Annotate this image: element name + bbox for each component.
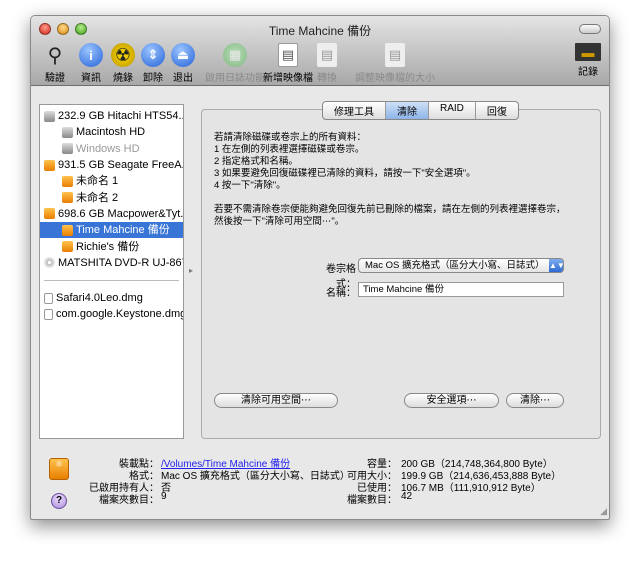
- select-arrows-icon: ▲▼: [549, 259, 565, 272]
- toolbar-label: 記錄: [578, 67, 598, 78]
- toolbar-toggle-button[interactable]: [579, 24, 601, 34]
- toolbar-label: 資訊: [81, 73, 101, 84]
- convert-icon: ▤: [317, 43, 337, 67]
- toolbar-convert-button: ▤ 轉換: [317, 43, 337, 84]
- disk-list-item-label: 232.9 GB Hitachi HTS54...: [58, 110, 183, 123]
- disk-list-item[interactable]: Time Mahcine 備份: [40, 222, 183, 239]
- disk-list-item-label: 未命名 2: [76, 191, 119, 204]
- disk-image-icon: [44, 308, 53, 320]
- erase-instructions: 若請清除磁碟或卷宗上的所有資料： 1 在左側的列表裡選擇磁碟或卷宗。 2 指定格式和…: [214, 132, 570, 228]
- external-disk-icon: [62, 241, 73, 253]
- erase-free-space-button[interactable]: 清除可用空間⋯: [214, 393, 338, 408]
- window-title: Time Mahcine 備份: [268, 24, 372, 38]
- info-icon: i: [79, 43, 103, 67]
- instruction-line: 4 按一下"清除"。: [214, 180, 286, 191]
- disk-list-item[interactable]: MATSHITA DVD-R UJ-867: [40, 255, 183, 271]
- tab-2[interactable]: RAID: [429, 102, 476, 119]
- disk-list-item-label: 698.6 GB Macpower&Tyt...: [58, 207, 183, 220]
- files-label: 檔案數目：: [347, 495, 397, 506]
- toolbar-label: 燒錄: [113, 73, 133, 84]
- eject-icon: ⏏: [171, 43, 195, 67]
- disk-list-item[interactable]: 232.9 GB Hitachi HTS54...: [40, 108, 183, 124]
- log-icon: ▬: [575, 43, 601, 61]
- microscope-icon: ⚲: [47, 44, 63, 67]
- toolbar-label: 轉換: [317, 73, 337, 84]
- name-label: 名稱：: [326, 288, 356, 299]
- hard-disk-icon: [44, 110, 55, 122]
- disk-list-item-label: com.google.Keystone.dmg: [56, 308, 183, 321]
- disk-list-item[interactable]: 698.6 GB Macpower&Tyt...: [40, 206, 183, 222]
- disk-list-item-label: MATSHITA DVD-R UJ-867: [58, 256, 183, 269]
- toolbar-resize-image-button: ▤ 調整映像檔的大小: [355, 43, 435, 84]
- toolbar-new-image-button[interactable]: ▤ 新增映像檔: [263, 43, 313, 84]
- instruction-line: 若請清除磁碟或卷宗上的所有資料：: [214, 132, 367, 143]
- tab-1[interactable]: 清除: [386, 102, 429, 119]
- folders-value: 9: [161, 491, 167, 502]
- new-image-icon: ▤: [278, 43, 298, 67]
- disk-list-item-label: 未命名 1: [76, 175, 119, 188]
- disk-list-item[interactable]: Macintosh HD: [40, 124, 183, 140]
- burn-icon: ☢: [111, 43, 135, 67]
- disk-image-icon: [44, 292, 53, 304]
- disk-list-item-label: Windows HD: [76, 142, 140, 155]
- instruction-line: 2 指定格式和名稱。: [214, 156, 298, 167]
- hard-disk-icon: [62, 143, 73, 155]
- toolbar-info-button[interactable]: i 資訊: [79, 43, 103, 84]
- disk-utility-window: Time Mahcine 備份 ⚲ 驗證 i 資訊 ☢ 燒錄 ⇕ 卸除 ⏏ 退出 ▦ 啟用日誌功能 ▤ 新…: [30, 15, 610, 520]
- name-input[interactable]: Time Mahcine 備份: [358, 282, 564, 297]
- disk-list-item-label: Time Mahcine 備份: [76, 224, 170, 237]
- folders-label: 檔案夾數目：: [99, 495, 159, 506]
- disk-list-item-label: Richie's 備份: [76, 240, 140, 253]
- toolbar-burn-button[interactable]: ☢ 燒錄: [111, 43, 135, 84]
- free-space-note: 若要不需清除卷宗便能夠避免回復先前已刪除的檔案，請在左側的列表裡選擇卷宗，然後按…: [214, 204, 566, 227]
- toolbar-journal-button: ▦ 啟用日誌功能: [205, 43, 265, 84]
- disk-list-item[interactable]: 未命名 1: [40, 173, 183, 189]
- toolbar-label: 退出: [173, 73, 193, 84]
- disk-list-item[interactable]: Safari4.0Leo.dmg: [40, 290, 183, 306]
- toolbar-label: 調整映像檔的大小: [355, 73, 435, 84]
- disk-list[interactable]: 232.9 GB Hitachi HTS54... Macintosh HD Win…: [39, 104, 184, 439]
- disk-list-item[interactable]: Windows HD: [40, 141, 183, 157]
- resize-grip[interactable]: ◢: [600, 506, 607, 517]
- external-disk-icon: [62, 224, 73, 236]
- toolbar-label: 啟用日誌功能: [205, 73, 265, 84]
- erase-button[interactable]: 清除⋯: [506, 393, 564, 408]
- disk-list-item[interactable]: com.google.Keystone.dmg: [40, 306, 183, 322]
- journal-icon: ▦: [223, 43, 247, 67]
- hard-disk-icon: [62, 126, 73, 138]
- security-options-button[interactable]: 安全選項⋯: [404, 393, 499, 408]
- used-value: 106.7 MB（111,910,912 Byte）: [401, 483, 541, 494]
- external-disk-icon: [44, 208, 55, 220]
- external-disk-icon: [62, 175, 73, 187]
- disk-list-item[interactable]: Richie's 備份: [40, 238, 183, 254]
- tab-0[interactable]: 修理工具: [323, 102, 386, 119]
- external-disk-icon: [62, 192, 73, 204]
- toolbar-eject-button[interactable]: ⏏ 退出: [171, 43, 195, 84]
- disk-list-item[interactable]: 未命名 2: [40, 189, 183, 205]
- title-bar: Time Mahcine 備份 ⚲ 驗證 i 資訊 ☢ 燒錄 ⇕ 卸除 ⏏ 退出 ▦ 啟用日誌功能 ▤ 新…: [31, 16, 609, 86]
- toolbar-label: 新增映像檔: [263, 73, 313, 84]
- disk-list-item-label: Safari4.0Leo.dmg: [56, 292, 143, 305]
- disk-list-item[interactable]: 931.5 GB Seagate FreeA...: [40, 157, 183, 173]
- toolbar-label: 驗證: [45, 73, 65, 84]
- resize-image-icon: ▤: [385, 43, 405, 67]
- format-select-value: Mac OS 擴充格式（區分大小寫、日誌式）: [365, 260, 545, 271]
- split-handle[interactable]: ▸: [189, 266, 193, 275]
- unmount-icon: ⇕: [141, 43, 165, 67]
- toolbar-microscope-button[interactable]: ⚲ 驗證: [43, 43, 67, 85]
- disk-list-item-label: 931.5 GB Seagate FreeA...: [58, 159, 183, 172]
- toolbar-unmount-button[interactable]: ⇕ 卸除: [141, 43, 165, 84]
- list-divider: [44, 279, 179, 281]
- tab-3[interactable]: 回復: [476, 102, 518, 119]
- instruction-line: 3 如果要避免回復磁碟裡已清除的資料，請按一下"安全選項"。: [214, 168, 476, 179]
- disk-list-item-label: Macintosh HD: [76, 126, 146, 139]
- files-value: 42: [401, 491, 413, 502]
- erase-panel: 修理工具 清除 RAID 回復 若請清除磁碟或卷宗上的所有資料： 1 在左側的列表裡選擇…: [201, 101, 601, 439]
- optical-drive-icon: [44, 257, 55, 269]
- external-disk-icon: [44, 159, 55, 171]
- instruction-line: 1 在左側的列表裡選擇磁碟或卷宗。: [214, 144, 365, 155]
- format-select[interactable]: Mac OS 擴充格式（區分大小寫、日誌式） ▲▼: [358, 258, 565, 273]
- toolbar-log-button[interactable]: ▬ 記錄: [575, 43, 601, 78]
- toolbar-label: 卸除: [143, 73, 163, 84]
